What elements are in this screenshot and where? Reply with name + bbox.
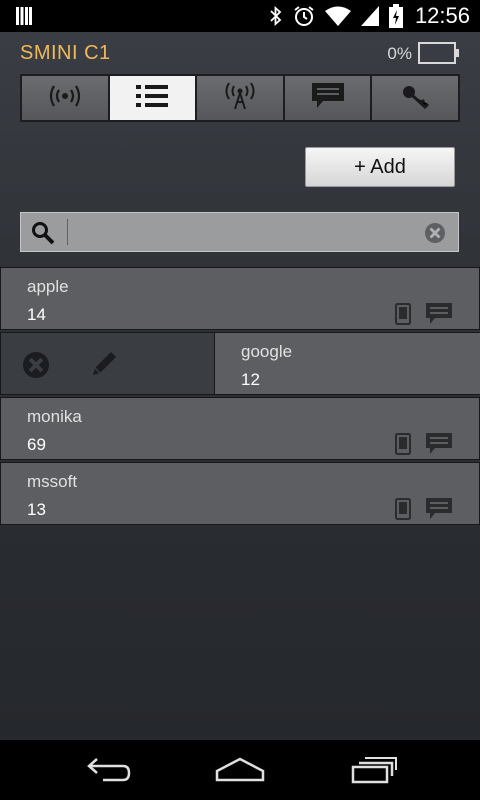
list-icon bbox=[136, 83, 169, 113]
tab-bar bbox=[20, 74, 460, 122]
list-item-swiped[interactable]: google 12 bbox=[0, 332, 480, 395]
bluetooth-icon bbox=[269, 5, 283, 27]
contact-count: 69 bbox=[27, 435, 46, 454]
phone-icon[interactable] bbox=[395, 498, 411, 520]
tab-messages[interactable] bbox=[284, 76, 371, 120]
list-item[interactable]: mssoft 13 bbox=[0, 462, 480, 525]
message-icon bbox=[311, 82, 345, 114]
recent-apps-icon[interactable] bbox=[350, 756, 398, 784]
contact-list: apple 14 google 12 monika 69 mssoft 13 bbox=[0, 267, 480, 527]
wifi-icon bbox=[324, 6, 351, 26]
phone-icon[interactable] bbox=[395, 303, 411, 325]
list-item[interactable]: apple 14 bbox=[0, 267, 480, 330]
battery-icon bbox=[418, 42, 460, 68]
app-screen: SMINI C1 0% + Add apple 14 google 12 mon… bbox=[0, 32, 480, 740]
tab-antenna[interactable] bbox=[197, 76, 283, 120]
status-time: 12:56 bbox=[414, 3, 470, 28]
contact-name: apple bbox=[27, 277, 69, 296]
search-icon bbox=[31, 221, 55, 249]
navigation-bar bbox=[0, 740, 480, 800]
tab-broadcast[interactable] bbox=[22, 76, 108, 120]
broadcast-icon bbox=[45, 83, 85, 113]
clear-search-icon[interactable] bbox=[424, 222, 446, 248]
search-input[interactable] bbox=[73, 217, 403, 247]
signal-icon bbox=[360, 6, 379, 26]
edit-icon[interactable] bbox=[89, 349, 119, 383]
search-divider bbox=[67, 219, 68, 245]
key-icon bbox=[400, 83, 430, 113]
search-box bbox=[20, 212, 459, 252]
home-icon[interactable] bbox=[215, 756, 265, 784]
contact-name: mssoft bbox=[27, 472, 78, 491]
phone-icon[interactable] bbox=[395, 433, 411, 455]
contact-count: 13 bbox=[27, 500, 46, 519]
contact-name: google bbox=[241, 342, 293, 361]
tab-settings[interactable] bbox=[372, 76, 458, 120]
add-contact-button[interactable]: + Add bbox=[305, 147, 455, 187]
antenna-icon bbox=[222, 82, 258, 114]
delete-icon[interactable] bbox=[21, 350, 51, 384]
battery-percent: 0% bbox=[387, 44, 412, 63]
list-item[interactable]: monika 69 bbox=[0, 397, 480, 460]
contact-name: monika bbox=[27, 407, 82, 426]
status-bar: 12:56 bbox=[0, 0, 480, 32]
message-icon[interactable] bbox=[425, 432, 453, 456]
battery-charging-icon bbox=[388, 4, 403, 28]
contact-count: 14 bbox=[27, 305, 46, 324]
message-icon[interactable] bbox=[425, 302, 453, 326]
tab-list[interactable] bbox=[109, 76, 196, 120]
alarm-icon bbox=[293, 5, 315, 27]
contact-count: 12 bbox=[241, 370, 260, 389]
message-icon[interactable] bbox=[425, 497, 453, 521]
device-title: SMINI C1 bbox=[20, 42, 111, 64]
sim-card-icon bbox=[16, 7, 32, 29]
swipe-actions bbox=[1, 333, 214, 394]
back-icon[interactable] bbox=[83, 756, 131, 784]
swiped-contact-card[interactable]: google 12 bbox=[214, 332, 480, 395]
